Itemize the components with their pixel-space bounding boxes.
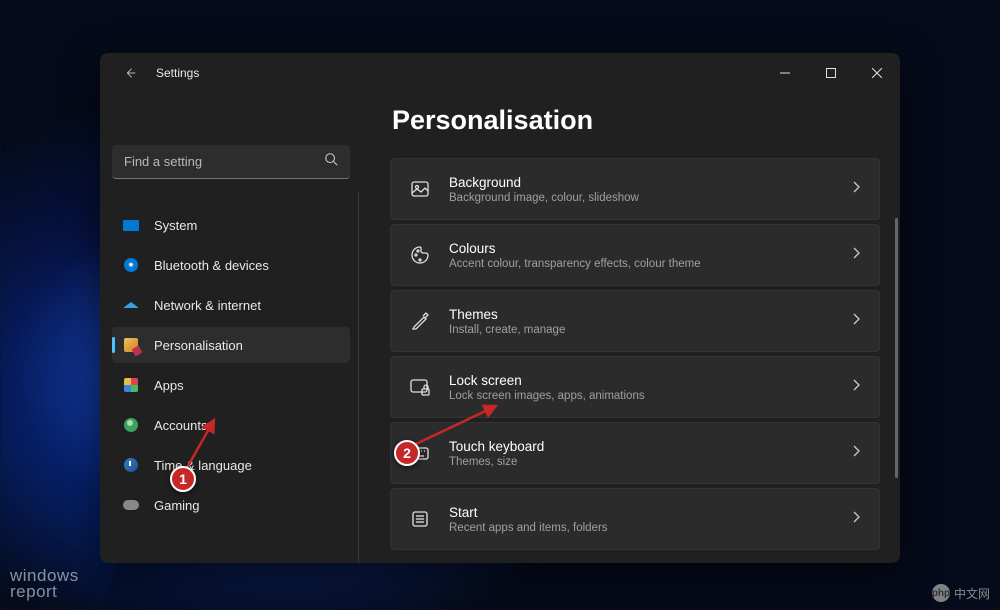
card-themes[interactable]: Themes Install, create, manage	[390, 290, 880, 352]
annotation-step-2: 2	[394, 440, 420, 466]
time-icon	[122, 456, 140, 474]
sidebar-divider	[358, 191, 359, 563]
card-title: Themes	[449, 307, 833, 322]
window-controls	[762, 57, 900, 89]
nav-accounts[interactable]: Accounts	[112, 407, 350, 443]
apps-icon	[122, 376, 140, 394]
nav-label: Accounts	[154, 418, 207, 433]
card-title: Lock screen	[449, 373, 833, 388]
minimize-button[interactable]	[762, 57, 808, 89]
maximize-button[interactable]	[808, 57, 854, 89]
chevron-right-icon	[851, 444, 861, 463]
search-box[interactable]	[112, 145, 350, 179]
colours-icon	[409, 244, 431, 266]
sidebar: System ⁕ Bluetooth & devices Network & in…	[100, 93, 362, 563]
nav-label: Network & internet	[154, 298, 261, 313]
card-colours[interactable]: Colours Accent colour, transparency effec…	[390, 224, 880, 286]
system-icon	[122, 216, 140, 234]
nav-apps[interactable]: Apps	[112, 367, 350, 403]
minimize-icon	[780, 68, 790, 78]
card-background[interactable]: Background Background image, colour, slid…	[390, 158, 880, 220]
accounts-icon	[122, 416, 140, 434]
nav-time[interactable]: Time & language	[112, 447, 350, 483]
chevron-right-icon	[851, 312, 861, 331]
card-desc: Accent colour, transparency effects, col…	[449, 258, 833, 270]
watermark-windowsreport: windowsreport	[10, 568, 79, 600]
chevron-right-icon	[851, 510, 861, 529]
chevron-right-icon	[851, 180, 861, 199]
card-start[interactable]: Start Recent apps and items, folders	[390, 488, 880, 550]
personalisation-icon	[122, 336, 140, 354]
close-icon	[872, 68, 882, 78]
annotation-step-1: 1	[170, 466, 196, 492]
nav-bluetooth[interactable]: ⁕ Bluetooth & devices	[112, 247, 350, 283]
wifi-icon	[122, 296, 140, 314]
card-desc: Lock screen images, apps, animations	[449, 390, 833, 402]
settings-window: Settings System ⁕ Bluetooth & devices Net…	[100, 53, 900, 563]
scrollbar[interactable]	[895, 218, 898, 478]
nav-label: Bluetooth & devices	[154, 258, 269, 273]
nav-label: System	[154, 218, 197, 233]
nav-network[interactable]: Network & internet	[112, 287, 350, 323]
bluetooth-icon: ⁕	[122, 256, 140, 274]
card-title: Touch keyboard	[449, 439, 833, 454]
chevron-right-icon	[851, 378, 861, 397]
card-desc: Background image, colour, slideshow	[449, 192, 833, 204]
nav-system[interactable]: System	[112, 207, 350, 243]
card-desc: Install, create, manage	[449, 324, 833, 336]
page-heading: Personalisation	[392, 105, 880, 136]
back-button[interactable]	[116, 59, 144, 87]
card-title: Colours	[449, 241, 833, 256]
themes-icon	[409, 310, 431, 332]
nav-label: Apps	[154, 378, 184, 393]
chevron-right-icon	[851, 246, 861, 265]
card-touch-keyboard[interactable]: Touch keyboard Themes, size	[390, 422, 880, 484]
card-desc: Themes, size	[449, 456, 833, 468]
arrow-left-icon	[123, 66, 137, 80]
start-icon	[409, 508, 431, 530]
nav-label: Time & language	[154, 458, 252, 473]
background-icon	[409, 178, 431, 200]
card-desc: Recent apps and items, folders	[449, 522, 833, 534]
maximize-icon	[826, 68, 836, 78]
card-title: Background	[449, 175, 833, 190]
content-pane: Personalisation Background Background ima…	[362, 93, 900, 563]
window-title: Settings	[156, 66, 199, 80]
nav-personalisation[interactable]: Personalisation	[112, 327, 350, 363]
search-input[interactable]	[124, 154, 324, 169]
nav-label: Personalisation	[154, 338, 243, 353]
gaming-icon	[122, 496, 140, 514]
card-title: Start	[449, 505, 833, 520]
nav-gaming[interactable]: Gaming	[112, 487, 350, 523]
titlebar: Settings	[100, 53, 900, 93]
card-lock-screen[interactable]: Lock screen Lock screen images, apps, ani…	[390, 356, 880, 418]
close-button[interactable]	[854, 57, 900, 89]
nav-label: Gaming	[154, 498, 200, 513]
search-icon	[324, 152, 338, 171]
watermark-php: php中文网	[932, 584, 990, 602]
lock-screen-icon	[409, 376, 431, 398]
